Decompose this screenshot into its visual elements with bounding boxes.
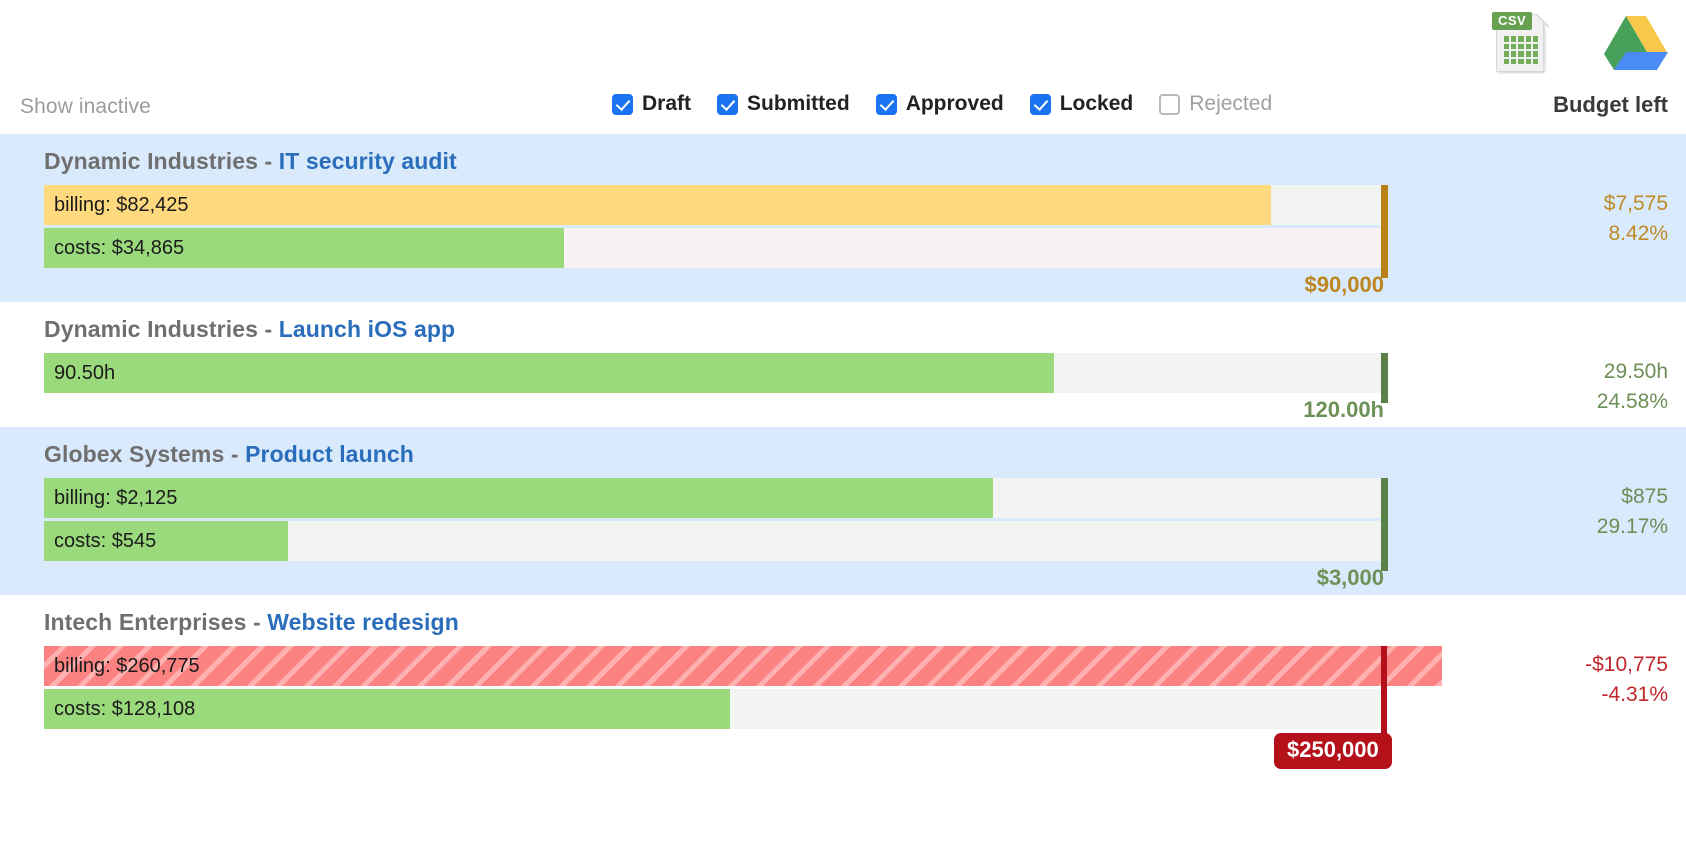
show-inactive-toggle[interactable]: Show inactive (20, 95, 151, 119)
budget-total-caption: $90,000 (1304, 272, 1384, 297)
budget-left-percent: 29.17% (1596, 515, 1668, 539)
bar-track: billing: $82,425 (44, 185, 1384, 225)
bar-track: costs: $128,108 (44, 689, 1384, 729)
bar-label: costs: $545 (54, 529, 157, 552)
project-rows: Dynamic Industries - IT security audit bi… (0, 134, 1686, 773)
project-name-link[interactable]: Launch iOS app (279, 316, 455, 342)
filter-locked-label: Locked (1059, 92, 1134, 115)
bar-label: costs: $128,108 (54, 697, 196, 720)
filter-rejected-label: Rejected (1189, 92, 1273, 115)
checkbox-submitted[interactable] (717, 93, 739, 115)
bar-label: billing: $260,775 (54, 654, 200, 677)
budget-marker-line (1381, 646, 1387, 739)
budget-marker-line (1381, 353, 1388, 403)
filter-approved-label: Approved (905, 92, 1004, 115)
csv-fold-shape (1537, 14, 1550, 27)
bar-fill[interactable]: 90.50h (44, 353, 1055, 393)
budget-left-amount: 29.50h (1603, 360, 1668, 383)
client-name: Dynamic Industries - (44, 148, 279, 174)
budget-total-caption: $3,000 (1316, 565, 1384, 590)
bar-group: 90.50h (0, 353, 1686, 393)
checkbox-draft[interactable] (612, 93, 633, 115)
bar-label: costs: $34,865 (54, 236, 185, 259)
bar-fill[interactable]: costs: $128,108 (44, 689, 731, 729)
checkbox-rejected[interactable] (1159, 93, 1181, 115)
budget-marker-line (1381, 478, 1388, 571)
csv-grid-shape (1504, 36, 1538, 64)
project-row: Dynamic Industries - Launch iOS app 90.50… (0, 302, 1686, 427)
filter-draft-label: Draft (642, 92, 692, 115)
bar-track: costs: $34,865 (44, 228, 1384, 268)
budget-left-amount: $7,575 (1603, 192, 1668, 215)
budget-left-values: $7,575 8.42% (1604, 189, 1668, 250)
budget-left-amount: $875 (1621, 485, 1668, 508)
checkbox-approved[interactable] (875, 93, 897, 115)
client-name: Intech Enterprises - (44, 609, 268, 635)
filter-submitted[interactable]: Submitted (717, 92, 850, 116)
google-drive-icon[interactable] (1604, 12, 1668, 72)
bar-track: costs: $545 (44, 521, 1384, 561)
budget-left-values: $875 29.17% (1597, 482, 1668, 543)
filter-approved[interactable]: Approved (875, 92, 1004, 116)
bar-label: billing: $82,425 (54, 193, 189, 216)
csv-export-icon[interactable]: CSV (1492, 6, 1550, 76)
bar-track: billing: $2,125 (44, 478, 1384, 518)
budget-left-percent: 8.42% (1608, 222, 1668, 246)
project-row-title: Dynamic Industries - Launch iOS app (0, 302, 1686, 353)
filter-draft[interactable]: Draft (612, 92, 691, 116)
checkbox-locked[interactable] (1029, 93, 1051, 115)
budget-left-values: 29.50h 24.58% (1597, 357, 1668, 418)
bar-group: billing: $260,775 costs: $128,108 (0, 646, 1686, 729)
bar-label: 90.50h (54, 361, 116, 384)
export-icon-bar: CSV (1492, 6, 1668, 76)
budget-total-caption: $250,000 (1274, 733, 1392, 769)
filter-toolbar: Show inactive Draft Submitted Approved L… (0, 92, 1686, 128)
bar-fill[interactable]: billing: $2,125 (44, 478, 993, 518)
client-name: Dynamic Industries - (44, 316, 279, 342)
budget-left-amount: -$10,775 (1585, 653, 1668, 676)
filter-locked[interactable]: Locked (1029, 92, 1134, 116)
bar-fill[interactable]: costs: $34,865 (44, 228, 564, 268)
project-row-title: Intech Enterprises - Website redesign (0, 595, 1686, 646)
bar-label: billing: $2,125 (54, 486, 178, 509)
client-name: Globex Systems - (44, 441, 246, 467)
project-row-title: Globex Systems - Product launch (0, 427, 1686, 478)
bar-group: billing: $2,125 costs: $545 (0, 478, 1686, 561)
project-row: Dynamic Industries - IT security audit bi… (0, 134, 1686, 302)
filter-rejected[interactable]: Rejected (1159, 92, 1272, 116)
project-row-title: Dynamic Industries - IT security audit (0, 134, 1686, 185)
status-filter-group: Draft Submitted Approved Locked Rejected (612, 92, 1272, 116)
bar-track: billing: $260,775 (44, 646, 1442, 686)
csv-tag-label: CSV (1492, 12, 1533, 30)
project-name-link[interactable]: IT security audit (279, 148, 457, 174)
budget-total-caption: 120.00h (1303, 397, 1384, 422)
project-row: Intech Enterprises - Website redesign bil… (0, 595, 1686, 773)
bar-fill[interactable]: billing: $260,775 (44, 646, 1442, 686)
bar-track: 90.50h (44, 353, 1384, 393)
bar-fill[interactable]: costs: $545 (44, 521, 288, 561)
budget-marker-line (1381, 185, 1388, 278)
budget-left-percent: -4.31% (1601, 683, 1668, 707)
budget-overview-screen: CSV Show inactive Draft Submitted Approv… (0, 0, 1686, 860)
project-name-link[interactable]: Website redesign (267, 609, 459, 635)
budget-left-values: -$10,775 -4.31% (1585, 650, 1668, 711)
filter-submitted-label: Submitted (747, 92, 850, 115)
bar-group: billing: $82,425 costs: $34,865 (0, 185, 1686, 268)
budget-left-percent: 24.58% (1596, 390, 1668, 414)
project-row: Globex Systems - Product launch billing: … (0, 427, 1686, 595)
bar-fill[interactable]: billing: $82,425 (44, 185, 1272, 225)
project-name-link[interactable]: Product launch (245, 441, 414, 467)
budget-left-column-header: Budget left (1553, 92, 1668, 117)
